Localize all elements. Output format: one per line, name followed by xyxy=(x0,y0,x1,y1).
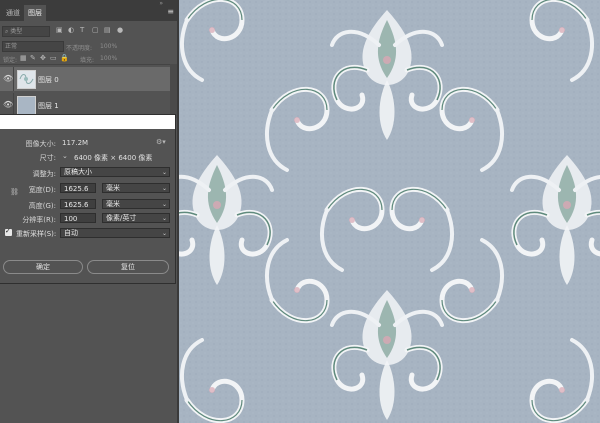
width-unit-select[interactable]: 毫米 ⌄ xyxy=(102,183,170,193)
adjustment-filter-icon[interactable]: ◐ xyxy=(68,26,74,35)
artboard-lock-icon[interactable]: ▭ xyxy=(50,54,57,63)
lock-all-icon[interactable]: 🔒 xyxy=(60,54,69,63)
canvas-divider xyxy=(177,0,179,423)
lock-label: 锁定: xyxy=(3,57,18,64)
resample-label: 重新采样(S): xyxy=(16,230,57,238)
divider xyxy=(13,67,14,91)
chevron-down-icon: ⌄ xyxy=(161,201,167,208)
resolution-input[interactable]: 100 xyxy=(60,213,96,223)
fit-to-label: 调整为: xyxy=(32,170,56,178)
chevron-down-icon: ⌄ xyxy=(161,169,167,176)
tab-layers[interactable]: 图层 xyxy=(24,5,46,21)
chevron-down-icon[interactable]: ⌄ xyxy=(62,152,68,161)
layer-row-0[interactable]: 👁 图层 0 xyxy=(0,67,170,91)
filter-toggle-icon[interactable]: ● xyxy=(117,26,123,35)
chevron-down-icon: ⌄ xyxy=(161,230,167,237)
image-size-dialog: 图像大小: 117.2M ⚙▾ 尺寸: ⌄ 6400 像素 × 6400 像素 … xyxy=(0,114,176,284)
resolution-unit-select[interactable]: 像素/英寸 ⌄ xyxy=(102,213,170,223)
layer-thumbnail xyxy=(17,96,36,115)
resample-checkbox[interactable] xyxy=(5,227,12,236)
dimensions-label: 尺寸: xyxy=(39,154,56,162)
height-label: 高度(G): xyxy=(28,202,56,210)
lock-transparent-icon[interactable]: ▦ xyxy=(20,54,27,63)
chevron-down-icon: ⌄ xyxy=(161,215,167,222)
layer-name: 图层 0 xyxy=(38,76,59,84)
eye-icon[interactable]: 👁 xyxy=(3,100,13,109)
resample-method-select[interactable]: 自动 ⌄ xyxy=(60,228,170,238)
hamburger-menu-icon[interactable]: ≡ xyxy=(167,5,174,19)
layer-filter-select[interactable]: ⌕ 类型 xyxy=(2,26,50,37)
opacity-label: 不透明度: xyxy=(66,45,93,52)
filter-row: ⌕ 类型 ▣ ◐ T ▢ ▤ ● xyxy=(0,26,177,38)
opacity-input[interactable]: 100% xyxy=(100,43,117,50)
image-size-value: 117.2M xyxy=(62,139,89,147)
width-input[interactable]: 1625.6 xyxy=(60,183,96,193)
image-size-label: 图像大小: xyxy=(25,140,56,148)
lock-position-icon[interactable]: ✥ xyxy=(40,54,46,63)
blend-mode-select[interactable]: 正常 xyxy=(2,41,64,52)
height-input[interactable]: 1625.6 xyxy=(60,199,96,209)
fill-input[interactable]: 100% xyxy=(100,55,117,62)
chevron-down-icon: ⌄ xyxy=(161,185,167,192)
layer-thumbnail xyxy=(17,70,36,89)
fit-to-select[interactable]: 原稿大小 ⌄ xyxy=(60,167,170,177)
dialog-title-bar[interactable] xyxy=(0,115,175,129)
tab-channels[interactable]: 通道 xyxy=(2,5,24,21)
search-icon: ⌕ xyxy=(5,28,9,35)
document-canvas[interactable] xyxy=(177,0,600,423)
reset-button[interactable]: 复位 xyxy=(87,260,169,274)
lock-row: 锁定: ▦ ✎ ✥ ▭ 🔒 填充: 100% xyxy=(0,54,177,64)
width-label: 宽度(D): xyxy=(28,186,56,194)
panel-tabs: 通道 图层 xyxy=(0,5,177,21)
fill-label: 填充: xyxy=(80,57,95,64)
resolution-label: 分辨率(R): xyxy=(22,216,56,224)
filter-type-label: 类型 xyxy=(10,28,23,35)
shape-filter-icon[interactable]: ▢ xyxy=(92,26,99,35)
damask-pattern-image xyxy=(177,0,600,423)
ok-button[interactable]: 确定 xyxy=(3,260,83,274)
lock-pixels-icon[interactable]: ✎ xyxy=(30,54,36,63)
layer-list: 👁 图层 0 👁 图层 1 xyxy=(0,64,177,119)
dimensions-value: 6400 像素 × 6400 像素 xyxy=(74,154,153,162)
gear-icon[interactable]: ⚙▾ xyxy=(156,138,166,147)
pixel-filter-icon[interactable]: ▣ xyxy=(56,26,63,35)
layer-name: 图层 1 xyxy=(38,102,59,110)
layer-list-scrollbar[interactable] xyxy=(170,64,177,118)
eye-icon[interactable]: 👁 xyxy=(3,74,13,83)
height-unit-select[interactable]: 毫米 ⌄ xyxy=(102,199,170,209)
type-filter-icon[interactable]: T xyxy=(80,26,84,35)
smart-object-filter-icon[interactable]: ▤ xyxy=(104,26,111,35)
blend-row: 正常 不透明度: 100% xyxy=(0,41,177,53)
